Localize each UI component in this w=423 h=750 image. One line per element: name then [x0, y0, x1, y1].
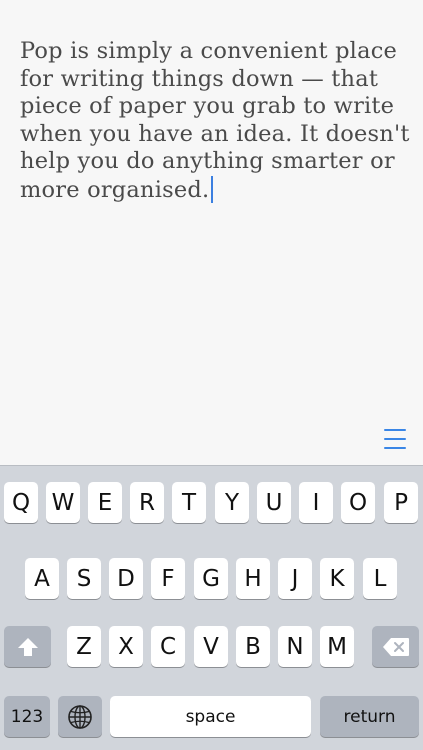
shift-arrow-icon	[17, 637, 38, 656]
key-p[interactable]: P	[384, 482, 418, 523]
text-cursor	[211, 175, 214, 203]
key-v[interactable]: V	[194, 626, 228, 667]
key-c[interactable]: C	[151, 626, 185, 667]
return-key[interactable]: return	[320, 696, 419, 737]
backspace-key[interactable]	[372, 626, 419, 667]
key-e[interactable]: E	[88, 482, 122, 523]
key-a[interactable]: A	[25, 558, 59, 599]
globe-icon	[68, 704, 92, 729]
key-j[interactable]: J	[278, 558, 312, 599]
hamburger-menu-icon[interactable]	[384, 428, 406, 450]
key-b[interactable]: B	[236, 626, 270, 667]
menu-line	[384, 438, 406, 440]
note-editor[interactable]: Pop is simply a convenient place for wri…	[20, 38, 410, 204]
menu-line	[384, 447, 406, 449]
key-r[interactable]: R	[130, 482, 164, 523]
key-s[interactable]: S	[67, 558, 101, 599]
note-text: Pop is simply a convenient place for wri…	[20, 38, 410, 203]
key-g[interactable]: G	[194, 558, 228, 599]
key-u[interactable]: U	[257, 482, 291, 523]
key-w[interactable]: W	[46, 482, 80, 523]
key-t[interactable]: T	[172, 482, 206, 523]
key-h[interactable]: H	[236, 558, 270, 599]
shift-key[interactable]	[4, 626, 51, 667]
keyboard: Q W E R T Y U I O P A S D F G H J K L Z …	[0, 465, 423, 750]
key-z[interactable]: Z	[67, 626, 101, 667]
key-x[interactable]: X	[109, 626, 143, 667]
key-f[interactable]: F	[151, 558, 185, 599]
key-q[interactable]: Q	[4, 482, 38, 523]
space-key[interactable]: space	[110, 696, 311, 737]
key-k[interactable]: K	[320, 558, 354, 599]
key-n[interactable]: N	[278, 626, 312, 667]
menu-line	[384, 429, 406, 431]
notes-app: Pop is simply a convenient place for wri…	[0, 0, 423, 750]
backspace-icon	[382, 637, 409, 656]
key-o[interactable]: O	[341, 482, 375, 523]
key-d[interactable]: D	[109, 558, 143, 599]
numbers-key[interactable]: 123	[4, 696, 50, 737]
key-i[interactable]: I	[299, 482, 333, 523]
key-y[interactable]: Y	[215, 482, 249, 523]
key-m[interactable]: M	[320, 626, 354, 667]
globe-key[interactable]	[58, 696, 102, 737]
key-l[interactable]: L	[363, 558, 397, 599]
